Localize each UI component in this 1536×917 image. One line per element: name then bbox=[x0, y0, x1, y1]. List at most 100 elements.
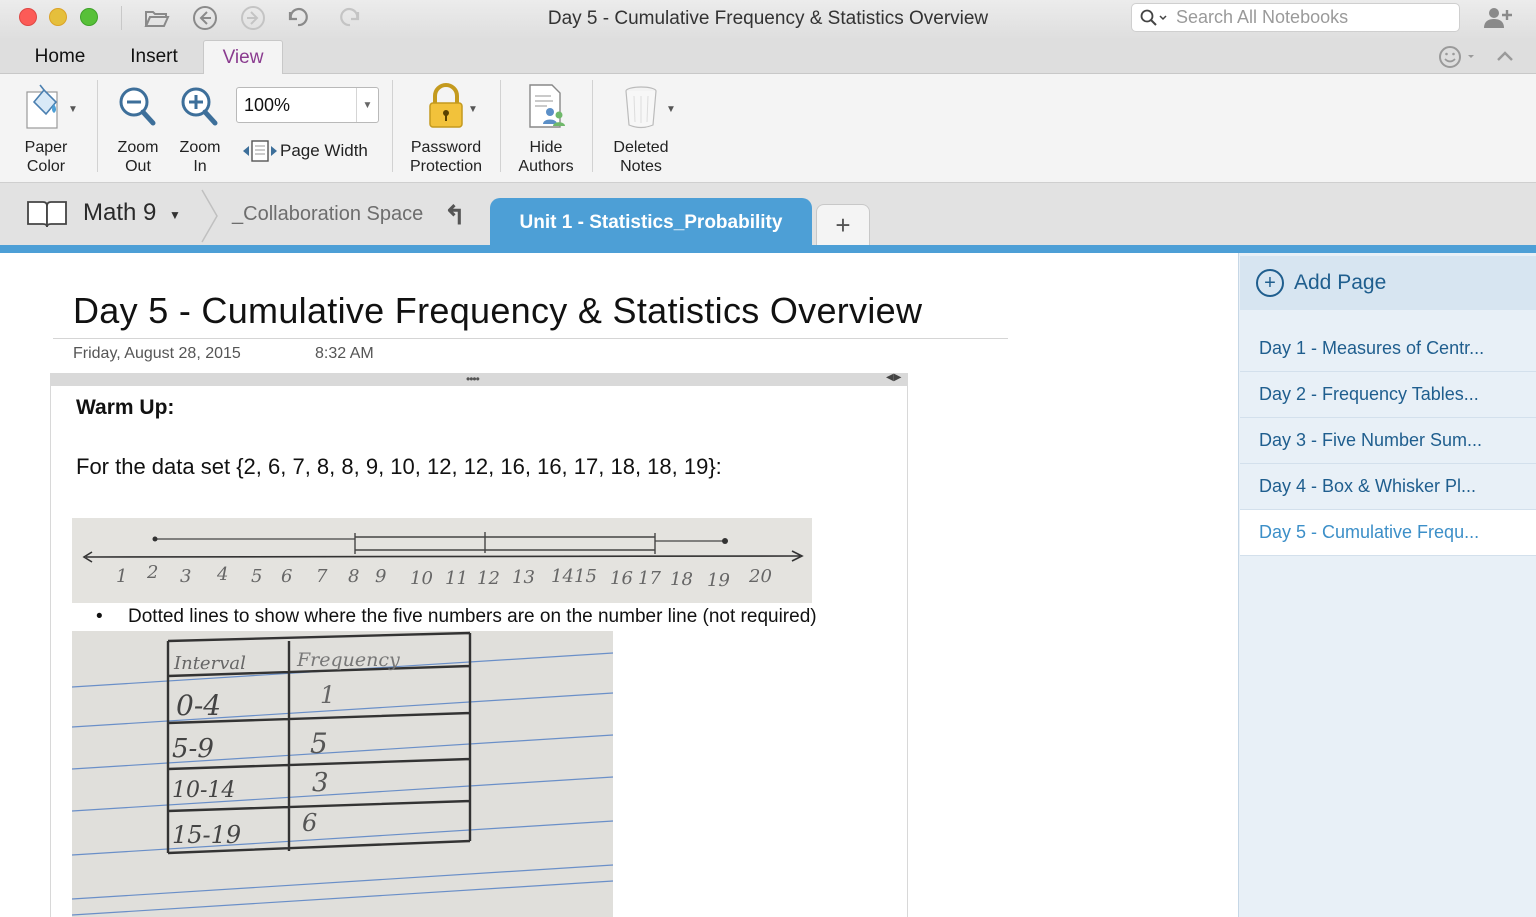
section-color-bar bbox=[0, 245, 1536, 253]
tick-label: 1 bbox=[116, 566, 127, 587]
deleted-notes-dropdown-icon[interactable]: ▼ bbox=[666, 104, 676, 115]
search-box[interactable] bbox=[1131, 3, 1460, 32]
zoom-level-value: 100% bbox=[244, 94, 291, 115]
tick-label: 2 bbox=[146, 562, 158, 583]
ribbon: Paper Color ▼ Zoom Out Zoom In 100% ▼ Pa… bbox=[0, 74, 1536, 183]
open-folder-icon[interactable] bbox=[143, 5, 171, 31]
table-cell: 15-19 bbox=[172, 821, 241, 849]
search-input[interactable] bbox=[1176, 7, 1456, 28]
ribbon-divider bbox=[97, 80, 98, 172]
notebook-name[interactable]: Math 9 bbox=[83, 199, 156, 227]
feedback-smiley-icon[interactable] bbox=[1438, 44, 1478, 70]
table-cell: 5-9 bbox=[172, 734, 214, 764]
page-item-day-2[interactable]: Day 2 - Frequency Tables... bbox=[1240, 372, 1536, 418]
tick-label: 13 bbox=[512, 567, 535, 588]
dataset-text[interactable]: For the data set {2, 6, 7, 8, 8, 9, 10, … bbox=[76, 454, 722, 480]
trash-can-icon bbox=[625, 86, 657, 129]
paper-color-label: Paper Color bbox=[24, 139, 68, 175]
password-dropdown-icon[interactable]: ▼ bbox=[468, 104, 478, 115]
paper-color-dropdown-icon[interactable]: ▼ bbox=[68, 104, 78, 115]
tick-label: 19 bbox=[707, 570, 730, 591]
table-cell: 6 bbox=[302, 809, 317, 837]
title-bar: Day 5 - Cumulative Frequency & Statistic… bbox=[0, 0, 1536, 40]
tick-label: 8 bbox=[348, 566, 359, 587]
share-person-icon[interactable] bbox=[1483, 6, 1513, 30]
tab-insert[interactable]: Insert bbox=[112, 40, 196, 74]
section-group-icon[interactable]: ↰ bbox=[444, 200, 466, 231]
redo-icon[interactable] bbox=[335, 5, 363, 31]
drag-handle-icon[interactable]: •••• bbox=[466, 372, 480, 386]
tick-label: 11 bbox=[445, 568, 468, 589]
page-width-button[interactable]: Page Width bbox=[242, 138, 368, 164]
forward-arrow-icon[interactable] bbox=[239, 5, 267, 31]
page-date: Friday, August 28, 2015 bbox=[73, 345, 241, 362]
toolbar-divider bbox=[121, 6, 122, 30]
page-item-day-5[interactable]: Day 5 - Cumulative Frequ... bbox=[1240, 510, 1536, 556]
zoom-window-button[interactable] bbox=[80, 8, 98, 26]
add-section-button[interactable]: + bbox=[816, 204, 870, 246]
tick-label: 9 bbox=[375, 566, 386, 587]
password-protection-button[interactable]: Password Protection bbox=[404, 82, 488, 176]
collapse-ribbon-icon[interactable] bbox=[1493, 46, 1517, 68]
table-cell: 10-14 bbox=[172, 778, 235, 803]
zoom-out-button[interactable]: Zoom Out bbox=[110, 82, 166, 176]
breadcrumb-separator-icon bbox=[201, 189, 218, 243]
ribbon-divider bbox=[592, 80, 593, 172]
padlock-icon bbox=[429, 83, 463, 128]
zoom-dropdown-icon[interactable]: ▼ bbox=[356, 88, 378, 122]
bullet-text: Dotted lines to show where the five numb… bbox=[128, 606, 817, 627]
page-item-day-3[interactable]: Day 3 - Five Number Sum... bbox=[1240, 418, 1536, 464]
add-page-button[interactable]: + Add Page bbox=[1240, 256, 1536, 310]
back-arrow-icon[interactable] bbox=[191, 5, 219, 31]
password-protection-label: Password Protection bbox=[409, 139, 483, 175]
hide-authors-button[interactable]: Hide Authors bbox=[512, 82, 580, 176]
tick-label: 3 bbox=[180, 566, 191, 587]
table-cell: 3 bbox=[312, 768, 329, 798]
tick-label: 7 bbox=[316, 566, 328, 587]
zoom-out-label: Zoom Out bbox=[117, 139, 159, 175]
section-tab-collaboration-space[interactable]: _Collaboration Space bbox=[232, 203, 423, 226]
zoom-in-label: Zoom In bbox=[179, 139, 221, 175]
page-width-icon bbox=[243, 140, 277, 162]
table-cell: 1 bbox=[320, 681, 335, 709]
tick-label: 5 bbox=[251, 566, 262, 587]
page-item-day-1[interactable]: Day 1 - Measures of Centr... bbox=[1240, 326, 1536, 372]
notebook-icon[interactable] bbox=[26, 199, 68, 229]
section-tab-unit-1[interactable]: Unit 1 - Statistics_Probability bbox=[490, 198, 812, 248]
close-window-button[interactable] bbox=[19, 8, 37, 26]
page-item-day-4[interactable]: Day 4 - Box & Whisker Pl... bbox=[1240, 464, 1536, 510]
menu-tabs-row: Home Insert View bbox=[0, 40, 1536, 75]
ribbon-divider bbox=[500, 80, 501, 172]
tab-home[interactable]: Home bbox=[18, 40, 102, 74]
minimize-window-button[interactable] bbox=[49, 8, 67, 26]
zoom-in-icon bbox=[181, 87, 218, 126]
resize-handle-icon[interactable]: ◀▶ bbox=[886, 372, 901, 383]
ribbon-divider bbox=[392, 80, 393, 172]
tick-label: 16 bbox=[610, 568, 633, 589]
tick-label: 14 bbox=[551, 566, 574, 587]
warmup-heading[interactable]: Warm Up: bbox=[76, 396, 174, 420]
deleted-notes-button[interactable]: Deleted Notes bbox=[604, 82, 678, 176]
paper-color-button[interactable]: Paper Color bbox=[16, 82, 76, 176]
search-icon bbox=[1140, 9, 1167, 26]
zoom-out-icon bbox=[119, 87, 156, 126]
table-cell: 5 bbox=[310, 727, 328, 760]
add-circle-icon: + bbox=[1256, 269, 1284, 297]
notebook-dropdown-icon[interactable]: ▼ bbox=[169, 208, 181, 222]
bullet-item[interactable]: • Dotted lines to show where the five nu… bbox=[96, 606, 817, 628]
note-container-handle[interactable] bbox=[50, 373, 908, 386]
tab-view[interactable]: View bbox=[203, 40, 283, 75]
title-divider bbox=[53, 338, 1008, 339]
authors-document-icon bbox=[529, 84, 565, 128]
box-plot-photo[interactable]: 1 2 3 4 5 6 7 8 9 10 11 12 13 14 15 16 1… bbox=[72, 518, 812, 603]
frequency-table-photo[interactable]: Interval Frequency 0-4 1 5-9 5 10-14 3 1… bbox=[71, 631, 614, 917]
zoom-level-select[interactable]: 100% ▼ bbox=[236, 87, 379, 123]
zoom-in-button[interactable]: Zoom In bbox=[172, 82, 228, 176]
tick-label: 4 bbox=[216, 564, 228, 585]
tick-label: 17 bbox=[638, 568, 661, 589]
tick-label: 10 bbox=[410, 568, 433, 589]
page-time: 8:32 AM bbox=[315, 345, 374, 362]
page-title[interactable]: Day 5 - Cumulative Frequency & Statistic… bbox=[73, 290, 922, 332]
tick-label: 6 bbox=[281, 566, 292, 587]
undo-icon[interactable] bbox=[285, 5, 313, 31]
